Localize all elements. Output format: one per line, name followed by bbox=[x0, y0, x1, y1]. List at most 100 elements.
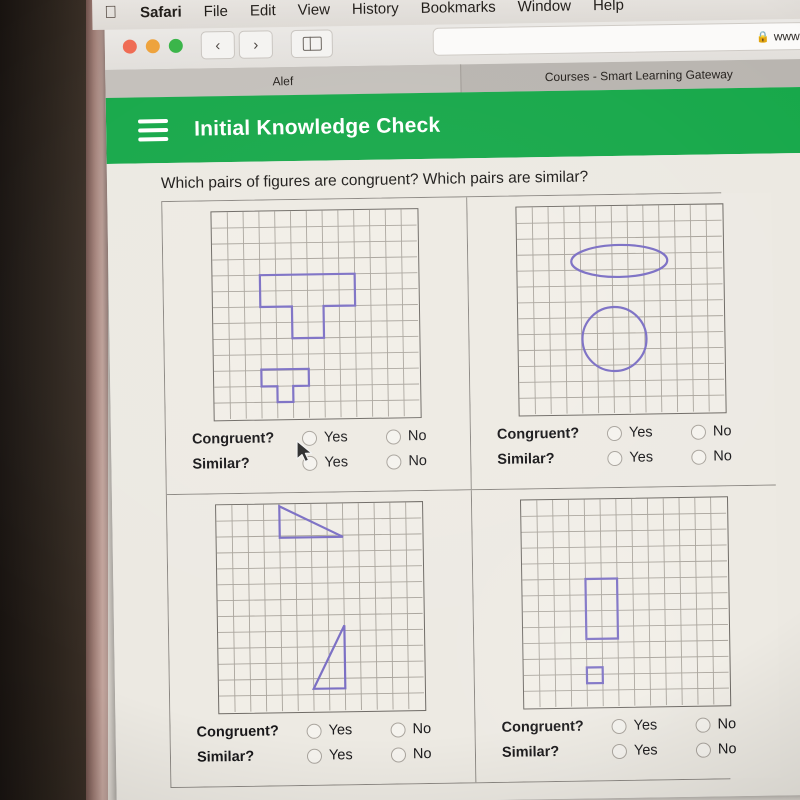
similar-yes-option[interactable]: Yes bbox=[306, 747, 391, 764]
similar-no-option[interactable]: No bbox=[691, 448, 775, 465]
congruent-label: Congruent? bbox=[501, 718, 584, 736]
similar-row: Similar? Yes No bbox=[497, 448, 775, 468]
url-text: www bbox=[773, 29, 800, 44]
congruent-no-label: No bbox=[407, 427, 427, 445]
similar-row: Similar? Yes No bbox=[192, 452, 470, 473]
triangles-svg bbox=[216, 502, 425, 713]
congruent-label: Congruent? bbox=[191, 430, 275, 448]
menu-item-edit[interactable]: Edit bbox=[239, 1, 287, 19]
similar-no-label: No bbox=[408, 452, 428, 470]
similar-no-label: No bbox=[713, 448, 733, 465]
menu-item-window[interactable]: Window bbox=[507, 0, 583, 15]
congruent-yes-option[interactable]: Yes bbox=[611, 717, 695, 734]
page-title: Initial Knowledge Check bbox=[193, 113, 441, 141]
congruent-no-label: No bbox=[712, 423, 732, 440]
similar-label: Similar? bbox=[501, 743, 560, 761]
similar-yes-option[interactable]: Yes bbox=[607, 449, 691, 466]
congruent-yes-label: Yes bbox=[323, 429, 348, 446]
congruent-no-label: No bbox=[717, 716, 737, 733]
lock-icon: 🔒 bbox=[755, 31, 770, 44]
congruent-yes-label: Yes bbox=[328, 722, 353, 739]
congruent-row: Congruent? Yes No bbox=[196, 720, 474, 741]
radio-similar-no[interactable] bbox=[695, 742, 712, 758]
congruent-no-option[interactable]: No bbox=[695, 715, 779, 732]
radio-congruent-no[interactable] bbox=[385, 428, 402, 445]
radio-similar-no[interactable] bbox=[386, 453, 402, 470]
menu-item-bookmarks[interactable]: Bookmarks bbox=[410, 0, 507, 17]
photo-of-screen: sc a r ‹ › 🔒 www Alef Courses - bbox=[0, 0, 800, 800]
apple-logo-icon[interactable]:  bbox=[98, 2, 129, 22]
hamburger-menu-icon[interactable] bbox=[137, 119, 169, 142]
menu-item-help[interactable]: Help bbox=[582, 0, 635, 14]
figure-panels-grid: Congruent? Yes No Similar? Yes No Congru… bbox=[161, 192, 781, 789]
menu-item-safari[interactable]: Safari bbox=[129, 3, 193, 21]
screen-edge-strip bbox=[86, 0, 108, 800]
figure-plot-ellipse-circle bbox=[515, 203, 727, 417]
congruent-yes-option[interactable]: Yes bbox=[306, 722, 390, 739]
similar-no-option[interactable]: No bbox=[695, 740, 780, 758]
back-button[interactable]: ‹ bbox=[200, 30, 236, 60]
similar-row: Similar? Yes No bbox=[501, 740, 780, 761]
menu-item-view[interactable]: View bbox=[287, 1, 342, 19]
quiz-content: Which pairs of figures are congruent? Wh… bbox=[106, 152, 800, 800]
radio-similar-yes[interactable] bbox=[306, 748, 323, 764]
radio-similar-yes[interactable] bbox=[611, 743, 628, 759]
address-bar[interactable]: 🔒 www bbox=[432, 21, 800, 56]
answers-triangles: Congruent? Yes No Similar? Yes No bbox=[170, 710, 475, 779]
congruent-row: Congruent? Yes No bbox=[497, 423, 775, 443]
congruent-no-option[interactable]: No bbox=[390, 720, 474, 737]
menu-item-history[interactable]: History bbox=[341, 0, 410, 18]
figure-plot-triangles bbox=[215, 501, 427, 715]
app-header-bar: Initial Knowledge Check bbox=[105, 86, 800, 164]
radio-congruent-no[interactable] bbox=[695, 717, 711, 733]
similar-yes-option[interactable]: Yes bbox=[611, 742, 696, 759]
similar-label: Similar? bbox=[196, 748, 255, 766]
safari-window: ‹ › 🔒 www Alef Courses - Smart Learning … bbox=[104, 0, 800, 800]
rectangles-svg bbox=[521, 497, 729, 708]
similar-no-label: No bbox=[717, 741, 737, 758]
panel-t-shapes: Congruent? Yes No Similar? Yes No bbox=[162, 197, 472, 496]
radio-similar-no[interactable] bbox=[691, 449, 707, 465]
congruent-row: Congruent? Yes No bbox=[191, 427, 470, 448]
congruent-no-label: No bbox=[412, 720, 432, 738]
similar-yes-label: Yes bbox=[328, 747, 353, 764]
radio-congruent-no[interactable] bbox=[690, 424, 707, 440]
answers-t-shapes: Congruent? Yes No Similar? Yes No bbox=[166, 417, 471, 486]
congruent-row: Congruent? Yes No bbox=[501, 715, 779, 736]
similar-no-option[interactable]: No bbox=[390, 745, 475, 763]
panel-triangles: Congruent? Yes No Similar? Yes No bbox=[166, 490, 477, 788]
radio-similar-yes[interactable] bbox=[607, 450, 623, 466]
desk-bezel-left bbox=[0, 0, 92, 800]
close-button[interactable] bbox=[122, 39, 137, 54]
panel-ellipse-circle: Congruent? Yes No Similar? Yes No bbox=[467, 192, 776, 491]
forward-button[interactable]: › bbox=[238, 30, 274, 59]
window-controls[interactable] bbox=[122, 38, 183, 54]
congruent-yes-label: Yes bbox=[633, 717, 658, 734]
radio-congruent-yes[interactable] bbox=[606, 425, 623, 441]
figure-plot-rectangles bbox=[519, 496, 732, 710]
radio-congruent-no[interactable] bbox=[390, 721, 406, 738]
congruent-label: Congruent? bbox=[496, 425, 580, 443]
answers-ellipse-circle: Congruent? Yes No Similar? Yes No bbox=[471, 413, 776, 482]
congruent-no-option[interactable]: No bbox=[385, 427, 470, 445]
panel-rectangles: Congruent? Yes No Similar? Yes No bbox=[471, 485, 781, 783]
radio-congruent-yes[interactable] bbox=[611, 718, 627, 734]
figure-plot-t-shapes bbox=[210, 208, 422, 422]
radio-congruent-yes[interactable] bbox=[306, 723, 322, 739]
ellipse-circle-svg bbox=[516, 204, 725, 415]
minimize-button[interactable] bbox=[145, 39, 160, 54]
similar-label: Similar? bbox=[192, 455, 250, 473]
answers-rectangles: Congruent? Yes No Similar? Yes No bbox=[475, 705, 780, 774]
radio-similar-no[interactable] bbox=[390, 746, 407, 763]
similar-no-option[interactable]: No bbox=[386, 452, 470, 469]
arrow-pointer-icon bbox=[296, 440, 313, 463]
menu-item-file[interactable]: File bbox=[193, 2, 239, 20]
congruent-yes-option[interactable]: Yes bbox=[606, 424, 691, 441]
sidebar-toggle-button[interactable] bbox=[290, 29, 334, 59]
similar-yes-label: Yes bbox=[629, 449, 654, 466]
congruent-label: Congruent? bbox=[196, 723, 279, 741]
similar-yes-label: Yes bbox=[633, 742, 658, 759]
similar-no-label: No bbox=[412, 745, 432, 763]
congruent-no-option[interactable]: No bbox=[690, 423, 775, 440]
maximize-button[interactable] bbox=[168, 38, 183, 53]
